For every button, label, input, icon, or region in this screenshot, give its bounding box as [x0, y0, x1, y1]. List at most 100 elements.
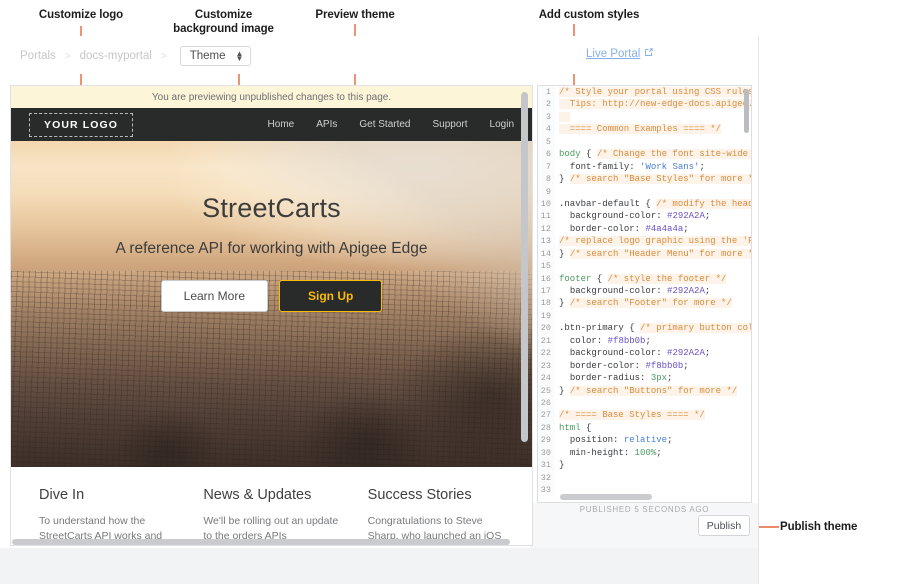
- code-line-row[interactable]: 7 font-family: 'Work Sans';: [538, 161, 751, 173]
- breadcrumb-item-portals[interactable]: Portals: [20, 50, 56, 62]
- nav-item-home[interactable]: Home: [268, 119, 295, 130]
- nav-item-apis[interactable]: APIs: [316, 119, 337, 130]
- hero-buttons: Learn More Sign Up: [11, 280, 532, 312]
- code-line-text[interactable]: [555, 310, 564, 322]
- code-line-text[interactable]: position: relative;: [555, 434, 672, 446]
- code-line-text[interactable]: [555, 472, 564, 484]
- css-editor[interactable]: 1/* Style your portal using CSS rules2 T…: [537, 85, 752, 503]
- code-line-row[interactable]: 10.navbar-default { /* modify the header…: [538, 198, 751, 210]
- code-line-text[interactable]: [555, 186, 564, 198]
- learn-more-button[interactable]: Learn More: [161, 280, 268, 312]
- nav-item-support[interactable]: Support: [433, 119, 468, 130]
- callout-customize-logo: Customize logo: [26, 8, 136, 22]
- code-line-row[interactable]: 2 Tips: http://new-edge-docs.apigee.com/: [538, 98, 751, 110]
- code-line-text[interactable]: border-radius: 3px;: [555, 372, 672, 384]
- code-line-text[interactable]: } /* search "Header Menu" for more */: [555, 248, 751, 260]
- code-line-text[interactable]: border-color: #4a4a4a;: [555, 223, 689, 235]
- code-line-row[interactable]: 5: [538, 136, 751, 148]
- line-number: 8: [538, 173, 555, 185]
- code-line-text[interactable]: /* replace logo graphic using the 'Files…: [555, 235, 751, 247]
- code-line-row[interactable]: 11 background-color: #292A2A;: [538, 210, 751, 222]
- panel-divider: [758, 36, 759, 584]
- preview-horizontal-scrollbar[interactable]: [12, 539, 510, 545]
- code-line-row[interactable]: 25} /* search "Buttons" for more */: [538, 385, 751, 397]
- code-line-row[interactable]: 19: [538, 310, 751, 322]
- code-line-text[interactable]: .navbar-default { /* modify the header t…: [555, 198, 751, 210]
- code-line-row[interactable]: 9: [538, 186, 751, 198]
- line-number: 25: [538, 385, 555, 397]
- code-line-row[interactable]: 30 min-height: 100%;: [538, 447, 751, 459]
- line-number: 1: [538, 86, 555, 98]
- code-line-text[interactable]: border-color: #f8bb0b;: [555, 360, 689, 372]
- code-line-text[interactable]: font-family: 'Work Sans';: [555, 161, 705, 173]
- code-line-text[interactable]: } /* search "Footer" for more */: [555, 297, 732, 309]
- code-line-row[interactable]: 6body { /* Change the font site-wide */: [538, 148, 751, 160]
- publish-button[interactable]: Publish: [698, 515, 750, 536]
- line-number: 5: [538, 136, 555, 148]
- code-line-text[interactable]: background-color: #292A2A;: [555, 285, 710, 297]
- code-line-text[interactable]: [555, 111, 570, 123]
- callout-add-custom-styles: Add custom styles: [534, 8, 644, 22]
- editor-horizontal-scrollbar[interactable]: [560, 494, 652, 500]
- code-line-text[interactable]: ==== Common Examples ==== */: [555, 123, 721, 135]
- code-line-row[interactable]: 32: [538, 472, 751, 484]
- code-line-text[interactable]: background-color: #292A2A;: [555, 347, 710, 359]
- code-line-text[interactable]: [555, 260, 564, 272]
- code-line-row[interactable]: 23 border-color: #f8bb0b;: [538, 360, 751, 372]
- code-body[interactable]: 1/* Style your portal using CSS rules2 T…: [538, 86, 751, 496]
- code-line-row[interactable]: 17 background-color: #292A2A;: [538, 285, 751, 297]
- portal-nav-menu: Home APIs Get Started Support Login: [268, 119, 514, 130]
- code-line-row[interactable]: 4 ==== Common Examples ==== */: [538, 123, 751, 135]
- callout-customize-background-image: Customize background image: [167, 8, 280, 36]
- code-line-text[interactable]: } /* search "Buttons" for more */: [555, 385, 737, 397]
- line-number: 27: [538, 409, 555, 421]
- code-line-text[interactable]: html {: [555, 422, 591, 434]
- code-line-row[interactable]: 21 color: #f8bb0b;: [538, 335, 751, 347]
- live-portal-link[interactable]: Live Portal: [586, 48, 653, 60]
- code-line-row[interactable]: 8} /* search "Base Styles" for more */: [538, 173, 751, 185]
- line-number: 33: [538, 484, 555, 496]
- code-line-text[interactable]: color: #f8bb0b;: [555, 335, 651, 347]
- code-line-row[interactable]: 31}: [538, 459, 751, 471]
- nav-item-get-started[interactable]: Get Started: [359, 119, 410, 130]
- code-line-row[interactable]: 18} /* search "Footer" for more */: [538, 297, 751, 309]
- code-line-row[interactable]: 1/* Style your portal using CSS rules: [538, 86, 751, 98]
- code-line-row[interactable]: 15: [538, 260, 751, 272]
- line-number: 15: [538, 260, 555, 272]
- code-line-row[interactable]: 29 position: relative;: [538, 434, 751, 446]
- code-line-row[interactable]: 13/* replace logo graphic using the 'Fil…: [538, 235, 751, 247]
- code-line-text[interactable]: [555, 397, 564, 409]
- code-line-text[interactable]: Tips: http://new-edge-docs.apigee.com/: [555, 98, 751, 110]
- sign-up-button[interactable]: Sign Up: [279, 280, 382, 312]
- logo-placeholder[interactable]: YOUR LOGO: [29, 113, 133, 137]
- editor-vertical-scrollbar[interactable]: [744, 89, 749, 133]
- line-number: 20: [538, 322, 555, 334]
- breadcrumb-item-portal[interactable]: docs-myportal: [80, 50, 152, 62]
- code-line-row[interactable]: 12 border-color: #4a4a4a;: [538, 223, 751, 235]
- code-line-text[interactable]: background-color: #292A2A;: [555, 210, 710, 222]
- code-line-row[interactable]: 22 background-color: #292A2A;: [538, 347, 751, 359]
- code-line-row[interactable]: 20.btn-primary { /* primary button color…: [538, 322, 751, 334]
- code-line-text[interactable]: /* Style your portal using CSS rules: [555, 86, 751, 98]
- code-line-row[interactable]: 16footer { /* style the footer */: [538, 273, 751, 285]
- code-line-row[interactable]: 24 border-radius: 3px;: [538, 372, 751, 384]
- line-number: 22: [538, 347, 555, 359]
- code-line-row[interactable]: 3: [538, 111, 751, 123]
- code-line-text[interactable]: [555, 136, 564, 148]
- code-line-text[interactable]: /* ==== Base Styles ==== */: [555, 409, 705, 421]
- code-line-text[interactable]: footer { /* style the footer */: [555, 273, 726, 285]
- code-line-row[interactable]: 14} /* search "Header Menu" for more */: [538, 248, 751, 260]
- theme-select[interactable]: Theme ▲▼: [180, 46, 252, 66]
- hero-section: StreetCarts A reference API for working …: [11, 141, 532, 467]
- code-line-text[interactable]: .btn-primary { /* primary button colors …: [555, 322, 751, 334]
- line-number: 29: [538, 434, 555, 446]
- nav-item-login[interactable]: Login: [490, 119, 514, 130]
- code-line-text[interactable]: body { /* Change the font site-wide */: [555, 148, 751, 160]
- code-line-text[interactable]: }: [555, 459, 564, 471]
- code-line-row[interactable]: 27/* ==== Base Styles ==== */: [538, 409, 751, 421]
- code-line-row[interactable]: 26: [538, 397, 751, 409]
- code-line-row[interactable]: 28html {: [538, 422, 751, 434]
- code-line-text[interactable]: } /* search "Base Styles" for more */: [555, 173, 751, 185]
- hero-title: StreetCarts: [11, 193, 532, 224]
- code-line-text[interactable]: min-height: 100%;: [555, 447, 662, 459]
